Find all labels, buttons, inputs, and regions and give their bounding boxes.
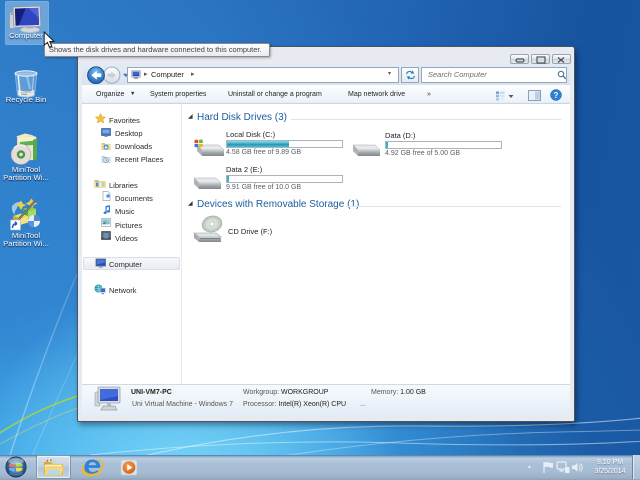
svg-text:?: ? xyxy=(554,91,559,100)
